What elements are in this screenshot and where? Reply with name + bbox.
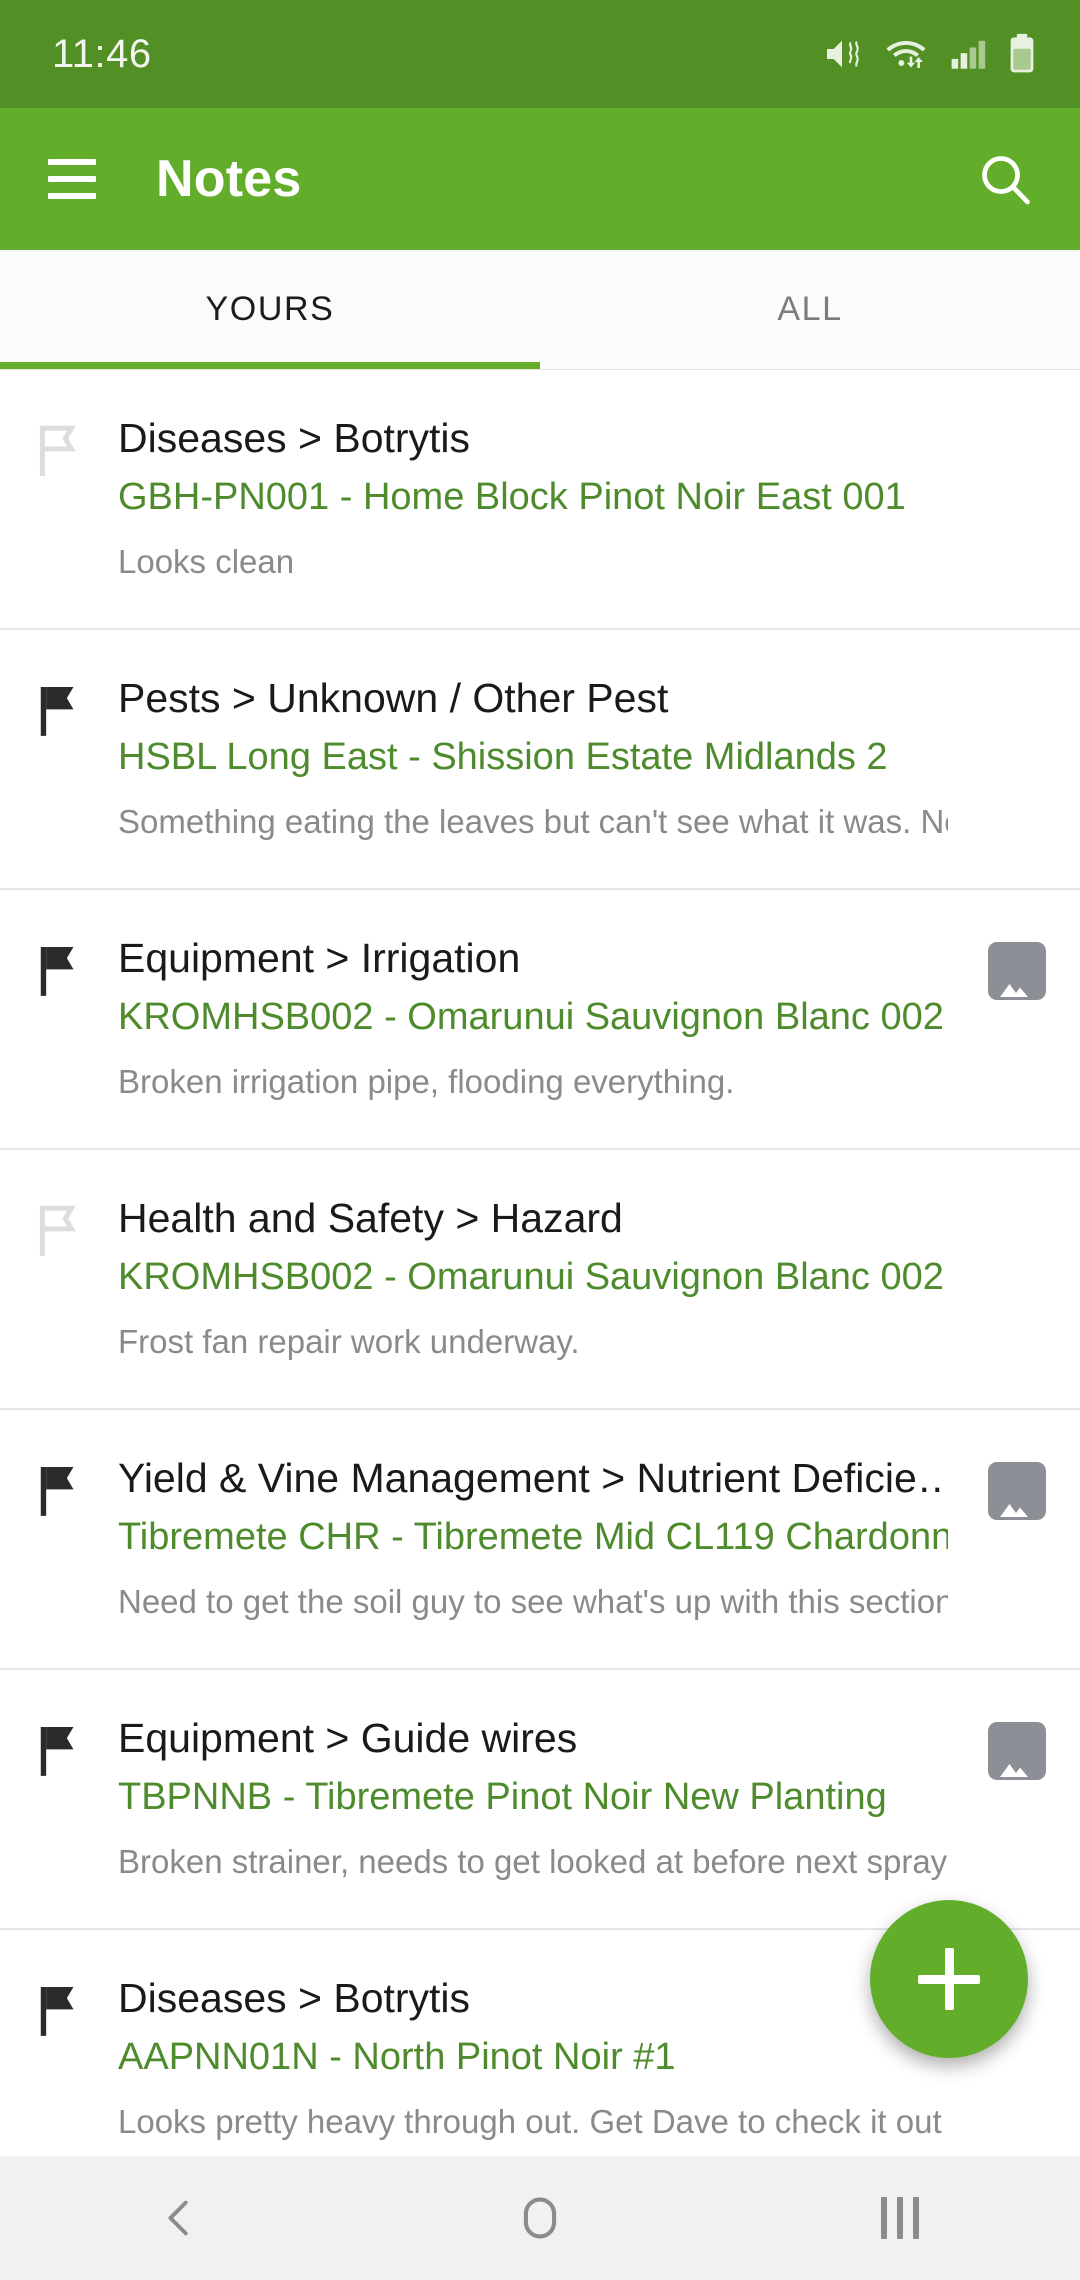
- note-description: Looks clean: [118, 543, 295, 581]
- photo-attachment-icon[interactable]: [988, 1722, 1046, 1780]
- flag-outline-icon: [34, 414, 118, 480]
- flag-filled-icon: [34, 1974, 118, 2040]
- home-circle-icon[interactable]: [360, 2192, 720, 2244]
- note-list[interactable]: Diseases > Botrytis GBH-PN001 - Home Blo…: [0, 370, 1080, 2156]
- phone-screen: 11:46 Notes YOURS ALL Diseases > Botryti…: [0, 0, 1080, 2280]
- status-bar-clock: 11:46: [52, 31, 152, 76]
- battery-icon: [1008, 33, 1036, 75]
- android-nav-bar: [0, 2156, 1080, 2280]
- note-title: Pests > Unknown / Other Pest: [118, 675, 669, 721]
- mute-vibrate-icon: [822, 34, 862, 74]
- note-block: GBH-PN001 - Home Block Pinot Noir East 0…: [118, 476, 906, 519]
- page-title: Notes: [156, 150, 302, 208]
- list-item[interactable]: Equipment > Irrigation KROMHSB002 - Omar…: [0, 890, 1080, 1150]
- note-description: Need to get the soil guy to see what's u…: [118, 1583, 948, 1621]
- hamburger-line: [48, 176, 96, 182]
- note-title: Diseases > Botrytis: [118, 1975, 471, 2021]
- note-block: HSBL Long East - Shission Estate Midland…: [118, 736, 888, 779]
- photo-attachment-icon[interactable]: [988, 942, 1046, 1000]
- note-title: Yield & Vine Management > Nutrient Defic…: [118, 1455, 948, 1501]
- flag-filled-icon: [34, 1454, 118, 1520]
- note-block: KROMHSB002 - Omarunui Sauvignon Blanc 00…: [118, 996, 944, 1039]
- note-block: KROMHSB002 - Omarunui Sauvignon Blanc 00…: [118, 1256, 944, 1299]
- list-item[interactable]: Health and Safety > Hazard KROMHSB002 - …: [0, 1150, 1080, 1410]
- note-description: Broken irrigation pipe, flooding everyth…: [118, 1063, 735, 1101]
- tab-all[interactable]: ALL: [540, 250, 1080, 369]
- flag-filled-icon: [34, 934, 118, 1000]
- note-block: TBPNNB - Tibremete Pinot Noir New Planti…: [118, 1776, 887, 1819]
- flag-filled-icon: [34, 1714, 118, 1780]
- list-item[interactable]: Diseases > Botrytis GBH-PN001 - Home Blo…: [0, 370, 1080, 630]
- list-item[interactable]: Pests > Unknown / Other Pest HSBL Long E…: [0, 630, 1080, 890]
- list-item[interactable]: Yield & Vine Management > Nutrient Defic…: [0, 1410, 1080, 1670]
- note-description: Something eating the leaves but can't se…: [118, 803, 948, 841]
- app-bar: Notes: [0, 108, 1080, 250]
- tab-yours[interactable]: YOURS: [0, 250, 540, 369]
- hamburger-line: [48, 159, 96, 165]
- note-title: Health and Safety > Hazard: [118, 1195, 623, 1241]
- note-description: Looks pretty heavy through out. Get Dave…: [118, 2103, 948, 2141]
- note-body: Diseases > Botrytis GBH-PN001 - Home Blo…: [118, 414, 960, 582]
- note-title: Equipment > Guide wires: [118, 1715, 578, 1761]
- flag-filled-icon: [34, 674, 118, 740]
- add-note-fab[interactable]: [870, 1900, 1028, 2058]
- note-block: AAPNN01N - North Pinot Noir #1: [118, 2036, 676, 2079]
- status-bar-icons: [822, 33, 1036, 75]
- note-thumbnail-slot: [960, 934, 1046, 1000]
- note-body: Yield & Vine Management > Nutrient Defic…: [118, 1454, 960, 1622]
- note-thumbnail-slot: [960, 1454, 1046, 1520]
- hamburger-line: [48, 193, 96, 199]
- search-icon[interactable]: [970, 144, 1040, 214]
- wifi-icon: [884, 34, 928, 74]
- recents-bar: [881, 2197, 887, 2239]
- recents-bar: [897, 2197, 903, 2239]
- note-body: Health and Safety > Hazard KROMHSB002 - …: [118, 1194, 960, 1362]
- note-description: Frost fan repair work underway.: [118, 1323, 580, 1361]
- note-body: Diseases > Botrytis AAPNN01N - North Pin…: [118, 1974, 960, 2142]
- note-body: Equipment > Irrigation KROMHSB002 - Omar…: [118, 934, 960, 1102]
- note-title: Diseases > Botrytis: [118, 415, 471, 461]
- back-chevron-icon[interactable]: [0, 2195, 360, 2241]
- list-item[interactable]: Equipment > Guide wires TBPNNB - Tibreme…: [0, 1670, 1080, 1930]
- hamburger-menu-icon[interactable]: [40, 147, 104, 211]
- photo-attachment-icon[interactable]: [988, 1462, 1046, 1520]
- note-body: Equipment > Guide wires TBPNNB - Tibreme…: [118, 1714, 960, 1882]
- note-title: Equipment > Irrigation: [118, 935, 521, 981]
- recents-bars-icon[interactable]: [720, 2197, 1080, 2239]
- cellular-signal-icon: [950, 34, 986, 74]
- tab-bar: YOURS ALL: [0, 250, 1080, 370]
- note-body: Pests > Unknown / Other Pest HSBL Long E…: [118, 674, 960, 842]
- note-thumbnail-slot: [960, 1714, 1046, 1780]
- note-description: Broken strainer, needs to get looked at …: [118, 1843, 948, 1881]
- recents-bars: [881, 2197, 919, 2239]
- plus-icon: [944, 1948, 954, 2010]
- recents-bar: [913, 2197, 919, 2239]
- status-bar: 11:46: [0, 0, 1080, 108]
- note-block: Tibremete CHR - Tibremete Mid CL119 Char…: [118, 1516, 948, 1559]
- flag-outline-icon: [34, 1194, 118, 1260]
